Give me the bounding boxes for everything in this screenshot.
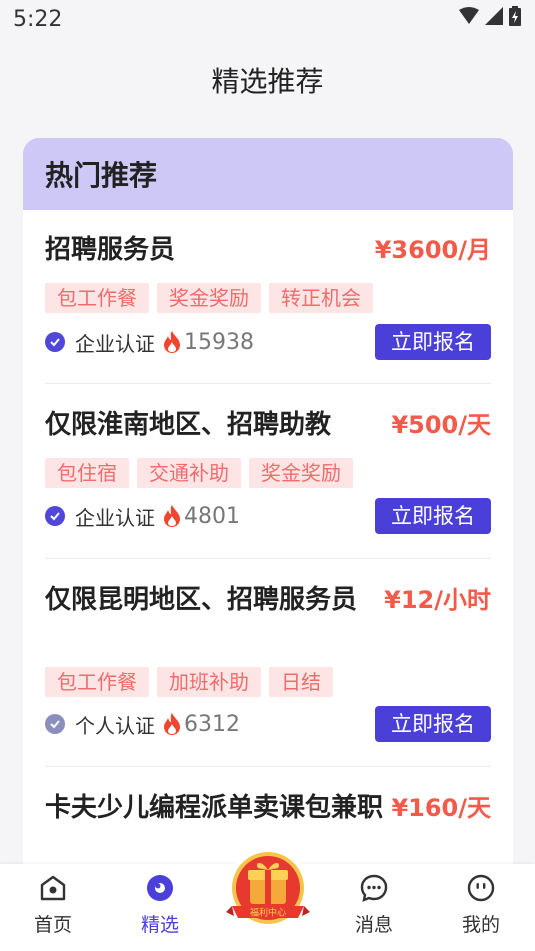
hot-recommend-card: 热门推荐 招聘服务员 ¥3600/月 包工作餐 奖金奖励 转正机会 企业认证 1… [23, 138, 513, 898]
apply-button[interactable]: 立即报名 [375, 706, 491, 742]
job-meta: 企业认证 15938 [45, 325, 254, 359]
job-item[interactable]: 仅限昆明地区、招聘服务员 ¥12/小时 包工作餐 加班补助 日结 个人认证 63… [45, 583, 491, 748]
job-meta: 企业认证 4801 [45, 499, 240, 533]
verified-icon [45, 506, 65, 526]
fire-icon [163, 713, 181, 735]
job-item[interactable]: 招聘服务员 ¥3600/月 包工作餐 奖金奖励 转正机会 企业认证 15938 … [45, 233, 491, 363]
view-count: 4801 [184, 503, 240, 529]
job-tags: 包住宿 交通补助 奖金奖励 [45, 458, 353, 488]
job-tags: 包工作餐 加班补助 日结 [45, 667, 333, 697]
status-time: 5:22 [13, 7, 63, 32]
job-title: 招聘服务员 [45, 235, 176, 265]
job-tag: 奖金奖励 [249, 458, 353, 488]
divider [45, 766, 491, 767]
page-title: 精选推荐 [211, 65, 324, 98]
tab-profile[interactable]: 我的 [451, 872, 511, 937]
tab-label: 消息 [354, 914, 393, 936]
featured-icon [144, 872, 176, 904]
job-tag: 日结 [269, 667, 333, 697]
cert-label: 个人认证 [75, 713, 155, 738]
job-item[interactable]: 仅限淮南地区、招聘助教 ¥500/天 包住宿 交通补助 奖金奖励 企业认证 48… [45, 408, 491, 538]
job-tag: 包住宿 [45, 458, 129, 488]
profile-icon [465, 872, 497, 904]
job-salary: ¥500/天 [391, 411, 491, 439]
battery-icon [509, 6, 521, 26]
status-bar: 5:22 [0, 0, 535, 40]
fire-icon [163, 505, 181, 527]
tab-messages[interactable]: 消息 [344, 872, 404, 937]
tab-home[interactable]: 首页 [23, 872, 83, 937]
divider [45, 558, 491, 559]
message-icon [358, 872, 390, 904]
apply-button[interactable]: 立即报名 [375, 324, 491, 360]
job-tag: 加班补助 [157, 667, 261, 697]
verified-icon [45, 714, 65, 734]
job-salary: ¥12/小时 [384, 586, 491, 614]
fire-icon [163, 331, 181, 353]
view-count: 6312 [184, 711, 240, 737]
job-meta: 个人认证 6312 [45, 707, 240, 741]
job-tag: 包工作餐 [45, 667, 149, 697]
status-icons [459, 6, 521, 26]
job-title: 仅限淮南地区、招聘助教 [45, 410, 332, 440]
welfare-center-button[interactable]: 福利中心 [224, 846, 312, 938]
job-tags: 包工作餐 奖金奖励 转正机会 [45, 283, 373, 313]
job-salary: ¥3600/月 [374, 236, 491, 264]
verified-icon [45, 332, 65, 352]
home-icon [37, 872, 69, 904]
signal-icon [485, 7, 503, 25]
job-tag: 交通补助 [137, 458, 241, 488]
tab-label: 我的 [461, 914, 500, 936]
tab-label: 精选 [140, 914, 179, 936]
gift-icon: 福利中心 [226, 848, 310, 928]
tab-featured[interactable]: 精选 [130, 872, 190, 937]
job-tag: 包工作餐 [45, 283, 149, 313]
job-tag: 转正机会 [269, 283, 373, 313]
job-title: 仅限昆明地区、招聘服务员 [45, 585, 358, 615]
section-title: 热门推荐 [45, 159, 158, 192]
welfare-label: 福利中心 [250, 907, 286, 919]
apply-button[interactable]: 立即报名 [375, 498, 491, 534]
card-header: 热门推荐 [23, 138, 513, 210]
divider [45, 383, 491, 384]
tab-label: 首页 [33, 914, 72, 936]
view-count: 15938 [184, 329, 254, 355]
job-salary: ¥160/天 [391, 794, 491, 822]
cert-label: 企业认证 [75, 505, 155, 530]
wifi-icon [459, 7, 479, 24]
job-title: 卡夫少儿编程派单卖课包兼职 [45, 793, 384, 823]
job-tag: 奖金奖励 [157, 283, 261, 313]
cert-label: 企业认证 [75, 331, 155, 356]
